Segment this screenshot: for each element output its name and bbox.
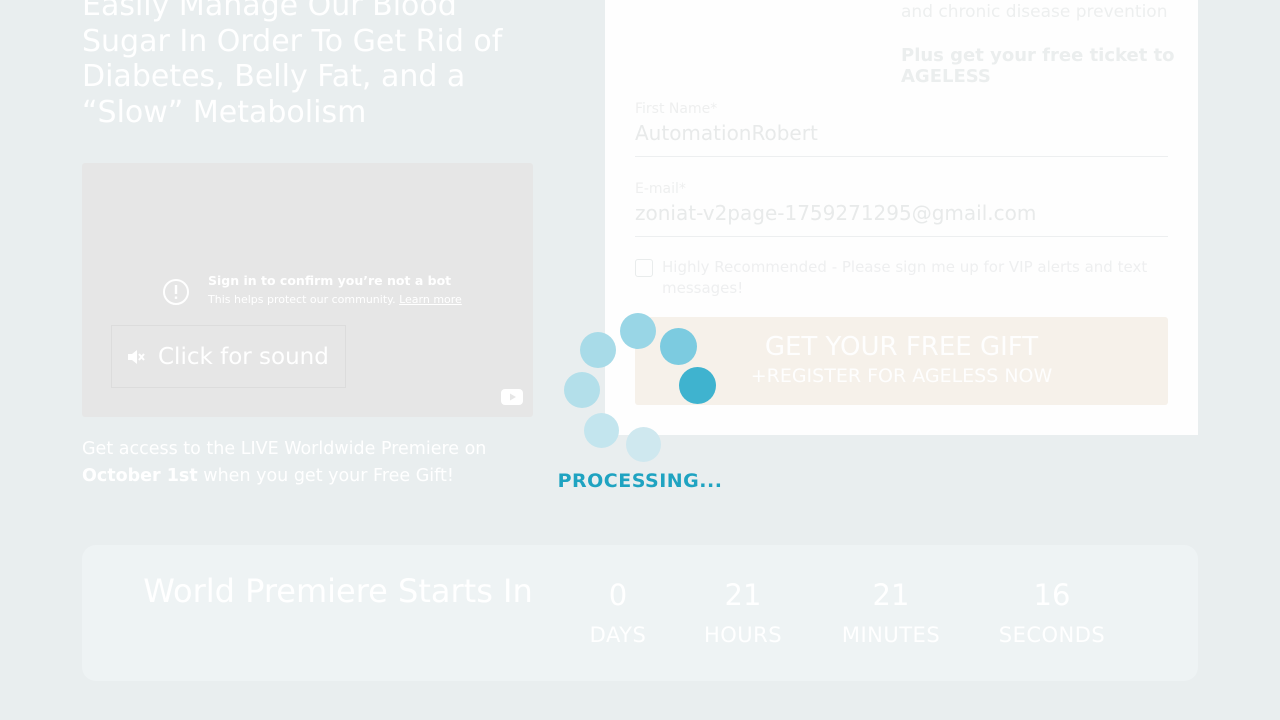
video-embed[interactable]: Sign in to confirm you’re not a bot This… xyxy=(82,163,533,417)
headline-line: Diabetes, Belly Fat, and a xyxy=(82,59,466,94)
spinner-dot xyxy=(620,313,656,349)
hours-value: 21 xyxy=(724,578,762,612)
first-name-input[interactable] xyxy=(635,118,1168,148)
premiere-access-text: Get access to the LIVE Worldwide Premier… xyxy=(82,436,542,490)
first-name-label: First Name* xyxy=(635,101,718,117)
hours-label: HOURS xyxy=(703,623,783,647)
minutes-value: 21 xyxy=(872,578,910,612)
bot-sub-text: This helps protect our community. xyxy=(208,293,396,306)
bot-check-notice: Sign in to confirm you’re not a bot This… xyxy=(162,273,462,311)
spinner-dot xyxy=(626,427,661,462)
email-input[interactable] xyxy=(635,198,1168,228)
spinner-dot xyxy=(564,372,600,408)
days-label: DAYS xyxy=(589,623,647,647)
click-for-sound-button[interactable]: Click for sound xyxy=(111,325,346,388)
loading-spinner-icon xyxy=(564,312,716,464)
sms-opt-in-label[interactable]: Highly Recommended - Please sign me up f… xyxy=(662,257,1168,299)
youtube-icon[interactable] xyxy=(501,389,523,405)
countdown-seconds: 16 SECONDS xyxy=(987,575,1117,655)
seconds-value: 16 xyxy=(1033,578,1071,612)
email-label: E-mail* xyxy=(635,181,686,197)
processing-status: PROCESSING... xyxy=(557,470,723,492)
spinner-dot xyxy=(660,328,697,365)
spinner-dot xyxy=(580,332,616,368)
headline: Easily Manage Our Blood Sugar In Order T… xyxy=(82,0,542,130)
minutes-label: MINUTES xyxy=(841,623,941,647)
countdown-minutes: 21 MINUTES xyxy=(830,575,952,655)
bot-subtitle: This helps protect our community. Learn … xyxy=(208,289,462,311)
premiere-date: October 1st xyxy=(82,466,198,486)
access-prefix: Get access to the LIVE Worldwide Premier… xyxy=(82,439,487,459)
spinner-dot xyxy=(584,413,619,448)
countdown-panel: World Premiere Starts In 0 DAYS 21 HOURS… xyxy=(82,545,1198,681)
countdown-title: World Premiere Starts In xyxy=(143,572,533,610)
ticket-text: Plus get your free ticket to AGELESS xyxy=(901,45,1175,87)
sms-opt-in-checkbox[interactable] xyxy=(635,259,653,277)
alert-circle-icon xyxy=(162,278,190,306)
bot-text: Sign in to confirm you’re not a bot This… xyxy=(208,273,462,311)
sound-button-label: Click for sound xyxy=(158,343,329,370)
bot-title: Sign in to confirm you’re not a bot xyxy=(208,273,452,288)
access-suffix: when you get your Free Gift! xyxy=(197,466,454,486)
mute-icon xyxy=(126,347,146,367)
first-name-field[interactable]: First Name* xyxy=(635,100,1168,157)
countdown-days: 0 DAYS xyxy=(578,575,658,655)
headline-line: Sugar In Order To Get Rid of xyxy=(82,23,503,59)
benefit-text: and chronic disease prevention xyxy=(901,2,1168,22)
headline-line: “Slow” Metabolism xyxy=(82,94,367,130)
page: Easily Manage Our Blood Sugar In Order T… xyxy=(0,0,1280,720)
spinner-dot xyxy=(679,367,716,404)
learn-more-link[interactable]: Learn more xyxy=(399,293,462,306)
sms-opt-in[interactable]: Highly Recommended - Please sign me up f… xyxy=(635,257,1168,299)
countdown-hours: 21 HOURS xyxy=(688,575,798,655)
seconds-label: SECONDS xyxy=(998,623,1106,647)
headline-line: Easily Manage Our Blood xyxy=(82,0,457,23)
email-field[interactable]: E-mail* xyxy=(635,180,1168,237)
days-value: 0 xyxy=(608,578,628,612)
